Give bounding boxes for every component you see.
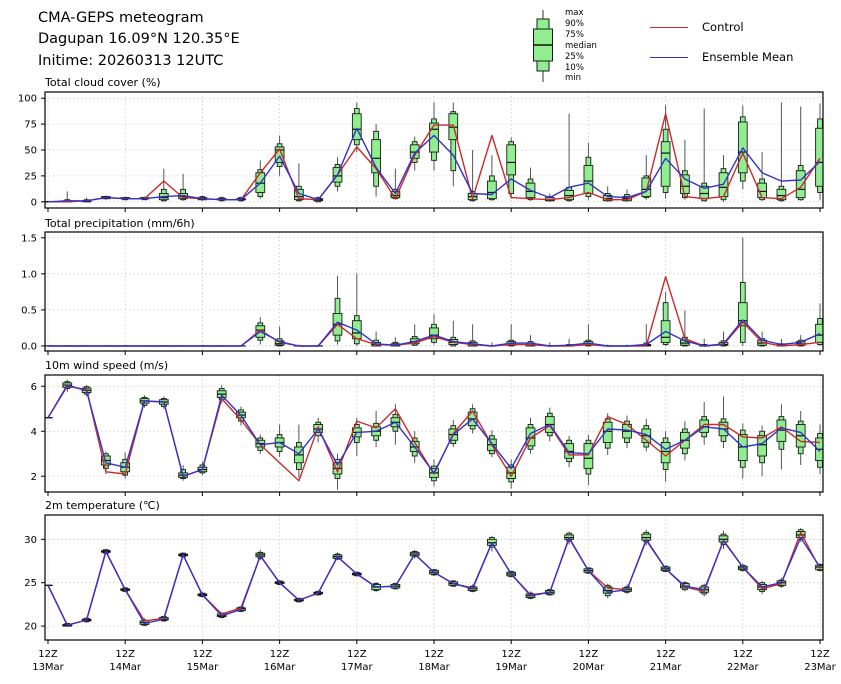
legend-p25-label: 25%	[565, 52, 597, 63]
control-legend-label: Control	[702, 20, 744, 34]
svg-text:1.0: 1.0	[21, 269, 37, 280]
svg-text:23Mar: 23Mar	[804, 662, 836, 673]
svg-text:10m wind speed (m/s): 10m wind speed (m/s)	[45, 359, 168, 372]
init-time: Initime: 20260313 12UTC	[38, 51, 240, 72]
svg-text:2: 2	[31, 472, 37, 483]
svg-text:6: 6	[31, 382, 37, 393]
svg-text:21Mar: 21Mar	[650, 662, 682, 673]
ensemble-line-icon	[650, 57, 688, 58]
legend-max-label: max	[565, 8, 597, 19]
svg-text:12Z: 12Z	[193, 649, 213, 660]
wind-speed-panel: 2 4 6 10m wind speed (m/s)	[0, 354, 841, 500]
svg-text:1.5: 1.5	[21, 233, 37, 244]
svg-text:12Z: 12Z	[270, 649, 290, 660]
svg-text:Total cloud cover (%): Total cloud cover (%)	[44, 76, 161, 89]
svg-text:18Mar: 18Mar	[418, 662, 450, 673]
svg-text:75: 75	[24, 120, 37, 131]
svg-text:Total precipitation (mm/6h): Total precipitation (mm/6h)	[44, 219, 195, 230]
ensemble-legend-entry: Ensemble Mean	[650, 50, 793, 64]
svg-text:100: 100	[18, 94, 37, 105]
svg-text:12Z: 12Z	[501, 649, 521, 660]
figure-title: CMA-GEPS meteogram	[38, 8, 240, 29]
svg-text:25: 25	[24, 578, 37, 589]
svg-text:50: 50	[24, 146, 37, 157]
svg-text:13Mar: 13Mar	[32, 662, 64, 673]
svg-text:4: 4	[31, 427, 37, 438]
svg-text:15Mar: 15Mar	[187, 662, 219, 673]
control-line-icon	[650, 27, 688, 28]
svg-text:12Z: 12Z	[579, 649, 599, 660]
svg-text:12Z: 12Z	[810, 649, 830, 660]
svg-text:12Z: 12Z	[115, 649, 135, 660]
svg-text:12Z: 12Z	[347, 649, 367, 660]
svg-text:16Mar: 16Mar	[264, 662, 296, 673]
svg-text:22Mar: 22Mar	[727, 662, 759, 673]
svg-text:2m temperature (℃): 2m temperature (℃)	[45, 499, 160, 512]
svg-text:12Z: 12Z	[38, 649, 58, 660]
svg-text:14Mar: 14Mar	[109, 662, 141, 673]
svg-text:0.0: 0.0	[21, 341, 37, 352]
svg-text:0: 0	[31, 197, 37, 208]
legend-p75-label: 75%	[565, 30, 597, 41]
svg-text:12Z: 12Z	[733, 649, 753, 660]
temperature-panel: 20 25 30 2m temperature (℃) 12Z 13Mar 12Z 14Mar…	[0, 496, 841, 684]
precipitation-panel: 0.0 0.5 1.0 1.5 Total precipitation (mm/6h)	[0, 219, 841, 363]
legend-median-label: median	[565, 41, 597, 52]
svg-text:12Z: 12Z	[656, 649, 676, 660]
svg-text:20Mar: 20Mar	[573, 662, 605, 673]
ensemble-legend-label: Ensemble Mean	[702, 50, 793, 64]
line-legend: Control Ensemble Mean	[650, 20, 793, 80]
svg-text:0.5: 0.5	[21, 305, 37, 316]
figure-header: CMA-GEPS meteogram Dagupan 16.09°N 120.3…	[38, 8, 240, 72]
control-legend-entry: Control	[650, 20, 793, 34]
svg-text:25: 25	[24, 171, 37, 182]
svg-text:20: 20	[24, 622, 37, 633]
svg-text:19Mar: 19Mar	[495, 662, 527, 673]
svg-text:17Mar: 17Mar	[341, 662, 373, 673]
cloud-cover-panel: 0 25 50 75 100 Total cloud cover (%)	[0, 72, 841, 224]
svg-text:12Z: 12Z	[424, 649, 444, 660]
svg-text:30: 30	[24, 535, 37, 546]
legend-p90-label: 90%	[565, 19, 597, 30]
station-coords: Dagupan 16.09°N 120.35°E	[38, 29, 240, 50]
